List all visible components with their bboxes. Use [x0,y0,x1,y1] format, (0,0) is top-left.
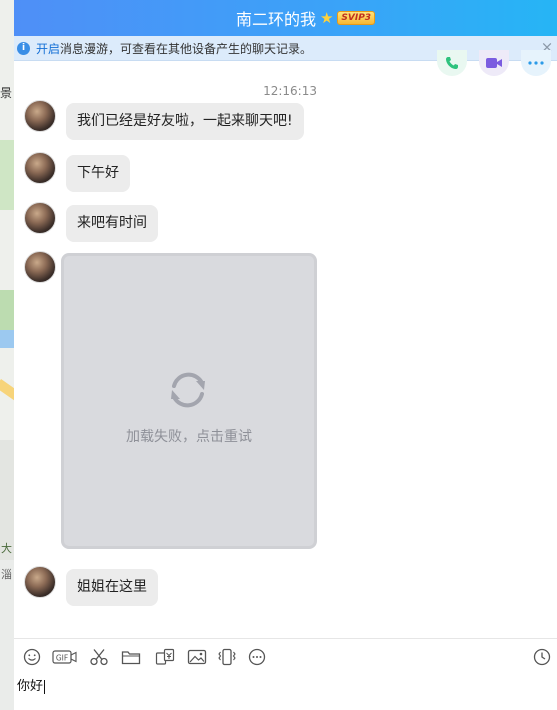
text-caret [44,679,46,694]
gif-icon: GIF [52,650,77,664]
map-area [0,140,14,210]
shake-button[interactable] [216,647,238,667]
map-label: 淄 [1,568,12,581]
more-button[interactable] [521,50,551,76]
file-button[interactable] [120,647,142,667]
info-icon: i [17,41,30,55]
emoji-button[interactable] [22,647,42,667]
map-label: 大 [1,542,12,555]
image-icon [187,649,207,665]
more-options-icon [248,648,266,666]
star-icon: ★ [319,9,334,27]
map-block [0,560,14,710]
avatar[interactable] [24,152,56,184]
notice-text: 消息漫游，可查看在其他设备产生的聊天记录。 [60,41,313,56]
gif-label: GIF [56,654,68,663]
image-message-failed[interactable]: 加载失败，点击重试 [61,253,317,549]
message-bubble[interactable]: 来吧有时间 [66,205,158,242]
retry-text[interactable]: 加载失败，点击重试 [64,426,314,446]
message-bubble[interactable]: 我们已经是好友啦，一起来聊天吧! [66,103,304,140]
avatar[interactable] [24,100,56,132]
chat-window: 南二环的我 ★ SVIP3 i 开启 消息漫游，可查看在其他设备产生的聊天记录。… [14,0,557,710]
image-button[interactable] [186,647,208,667]
clock-icon [533,648,551,666]
map-water [0,330,14,348]
avatar[interactable] [24,566,56,598]
more-options-button[interactable] [247,647,267,667]
red-packet-icon [155,648,175,665]
map-park [0,290,14,330]
background-map-strip: 景 大 淄 [0,0,14,710]
gif-button[interactable]: GIF [52,647,78,667]
phone-call-icon [446,57,458,69]
red-packet-button[interactable] [154,647,176,667]
vip-badge: SVIP3 [337,11,376,25]
history-button[interactable] [532,647,552,667]
reload-icon [171,372,205,408]
message-input-text: 你好 [17,679,44,694]
emoji-icon [23,648,41,666]
phone-call-button[interactable] [437,50,467,76]
title-bar: 南二环的我 ★ SVIP3 [14,0,557,36]
folder-icon [121,651,141,665]
map-road [0,379,14,401]
avatar[interactable] [24,251,56,283]
more-icon [528,61,544,65]
screenshot-scissors-icon [90,649,108,666]
input-toolbar: GIF [14,638,557,675]
shake-icon [218,648,236,666]
message-timestamp: 12:16:13 [263,84,317,98]
video-call-icon [486,58,502,68]
contact-name[interactable]: 南二环的我 [236,6,316,30]
map-label: 景 [0,86,13,100]
video-call-button[interactable] [479,50,509,76]
roaming-notice-bar: i 开启 消息漫游，可查看在其他设备产生的聊天记录。 × [14,36,557,61]
screenshot-button[interactable] [88,647,110,667]
avatar[interactable] [24,202,56,234]
message-input[interactable]: 你好 [17,675,46,694]
enable-roaming-link[interactable]: 开启 [36,40,60,57]
message-bubble[interactable]: 下午好 [66,155,130,192]
message-bubble[interactable]: 姐姐在这里 [66,569,158,606]
